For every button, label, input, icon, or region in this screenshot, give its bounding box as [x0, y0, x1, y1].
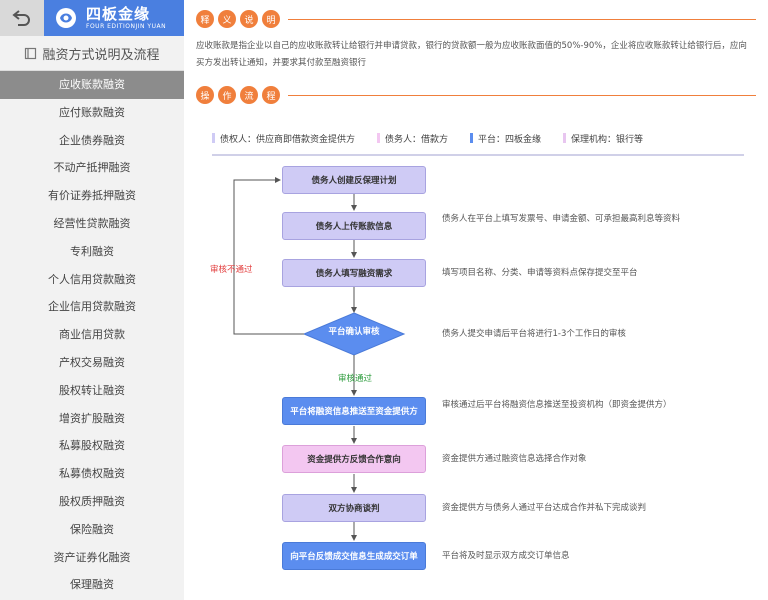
- flow-connectors: [233, 177, 406, 541]
- sidebar-item[interactable]: 有价证券抵押融资: [0, 182, 184, 210]
- logo-name: 四板金缘: [86, 4, 151, 23]
- sidebar-item[interactable]: 保理融资: [0, 571, 184, 599]
- section-tag-char: 释: [196, 10, 214, 28]
- sidebar-item[interactable]: 增资扩股融资: [0, 405, 184, 433]
- flow-note-feedback-intent: 资金提供方通过融资信息选择合作对象: [442, 454, 587, 464]
- flow-decision-label: 平台确认审核: [328, 327, 380, 337]
- flow-step-generate-order: 向平台反馈成交信息生成成交订单: [282, 542, 426, 570]
- sidebar-item[interactable]: 股权质押融资: [0, 488, 184, 516]
- main-content: 释义说明 应收账款是指企业以自己的应收账款转让给银行并申请贷款，银行的贷款额一般…: [192, 0, 762, 600]
- legend-label: 保理机构：银行等: [571, 134, 644, 145]
- flow-step-fill-demand: 债务人填写融资需求: [282, 259, 426, 287]
- flow-note-push-info: 审核通过后平台将融资信息推送至投资机构（即资金提供方）: [442, 400, 672, 410]
- sidebar-menu: 应收账款融资 应付账款融资 企业债券融资 不动产抵押融资 有价证券抵押融资 经营性贷款融资…: [0, 71, 184, 599]
- flow-step-negotiate: 双方协商谈判: [282, 494, 426, 522]
- flow-step-feedback-intent: 资金提供方反馈合作意向: [282, 445, 426, 473]
- section-tag-char: 义: [218, 10, 236, 28]
- legend-label: 平台：四板金缘: [478, 134, 542, 145]
- sidebar-item[interactable]: 股权转让融资: [0, 377, 184, 405]
- section-tag-char: 操: [196, 86, 214, 104]
- sidebar-item[interactable]: 企业信用贷款融资: [0, 293, 184, 321]
- section-definition-tags: 释义说明: [196, 10, 284, 28]
- flow-step-upload-info: 债务人上传账款信息: [282, 212, 426, 240]
- sidebar-item[interactable]: 私募股权融资: [0, 432, 184, 460]
- sidebar-item[interactable]: 个人信用贷款融资: [0, 266, 184, 294]
- sidebar-title: 融资方式说明及流程: [0, 36, 184, 71]
- flow-step-create-plan: 债务人创建反保理计划: [282, 166, 426, 194]
- logo-mark-icon: [56, 8, 76, 28]
- flow-note-upload-info: 债务人在平台上填写发票号、申请金额、可承担最高利息等资料: [442, 214, 681, 224]
- sidebar-item[interactable]: 不动产抵押融资: [0, 154, 184, 182]
- section-definition-header: 释义说明: [196, 8, 756, 30]
- sidebar-item[interactable]: 经营性贷款融资: [0, 210, 184, 238]
- book-icon: [25, 47, 37, 59]
- legend-item: 保理机构：银行等: [563, 132, 643, 145]
- section-tag-char: 程: [262, 86, 280, 104]
- logo-english: FOUR EDITIONJIN YUAN: [86, 22, 167, 30]
- flow-note-generate-order: 平台将及时显示双方成交订单信息: [442, 551, 570, 561]
- flow-legend: 债权人：供应商即借款资金提供方 债务人：借款方 平台：四板金缘 保理机构：银行等: [212, 126, 744, 156]
- section-process-header: 操作流程: [196, 84, 756, 106]
- sidebar-item[interactable]: 专利融资: [0, 238, 184, 266]
- legend-item: 债务人：借款方: [377, 132, 448, 145]
- brand-logo[interactable]: 四板金缘 FOUR EDITIONJIN YUAN: [44, 0, 184, 36]
- legend-swatch: [377, 133, 381, 143]
- pass-label: 审核通过: [338, 374, 373, 384]
- legend-swatch: [470, 133, 474, 143]
- section-divider: [288, 94, 756, 96]
- legend-swatch: [212, 133, 215, 143]
- section-process-tags: 操作流程: [196, 86, 284, 104]
- section-tag-char: 明: [262, 10, 280, 28]
- flow-note-fill-demand: 填写项目名称、分类、申请等资料点保存提交至平台: [442, 268, 638, 278]
- sidebar-item[interactable]: 产权交易融资: [0, 349, 184, 377]
- flow-note-negotiate: 资金提供方与债务人通过平台达成合作并私下完成谈判: [442, 503, 647, 513]
- sidebar-item[interactable]: 保险融资: [0, 516, 184, 544]
- flowchart: 债务人创建反保理计划 债务人上传账款信息 债务人在平台上填写发票号、申请金额、可…: [192, 160, 762, 600]
- sidebar-item[interactable]: 资产证券化融资: [0, 544, 184, 572]
- definition-text: 应收账款是指企业以自己的应收账款转让给银行并申请贷款，银行的贷款额一般为应收账款…: [196, 41, 747, 68]
- section-tag-char: 作: [218, 86, 236, 104]
- sidebar-item[interactable]: 应付账款融资: [0, 99, 184, 127]
- sidebar-item[interactable]: 应收账款融资: [0, 71, 184, 99]
- sidebar-title-text: 融资方式说明及流程: [42, 47, 160, 63]
- sidebar-top: 四板金缘 FOUR EDITIONJIN YUAN: [0, 0, 184, 36]
- back-button[interactable]: [0, 0, 44, 36]
- legend-label: 债务人：借款方: [385, 134, 449, 145]
- legend-label: 债权人：供应商即借款资金提供方: [220, 134, 356, 145]
- reject-label: 审核不通过: [210, 265, 253, 275]
- section-tag-char: 说: [240, 10, 258, 28]
- legend-item: 债权人：供应商即借款资金提供方: [212, 132, 355, 145]
- section-divider: [288, 18, 756, 20]
- sidebar: 四板金缘 FOUR EDITIONJIN YUAN 融资方式说明及流程 应收账款…: [0, 0, 184, 600]
- flow-note-decision: 债务人提交申请后平台将进行1-3个工作日的审核: [442, 329, 626, 339]
- flow-step-push-info: 平台将融资信息推送至资金提供方: [282, 397, 426, 425]
- back-arrow-icon: [12, 10, 30, 26]
- sidebar-item[interactable]: 商业信用贷款: [0, 321, 184, 349]
- legend-swatch: [563, 133, 567, 143]
- legend-item: 平台：四板金缘: [470, 132, 541, 145]
- section-tag-char: 流: [240, 86, 258, 104]
- sidebar-item[interactable]: 私募债权融资: [0, 460, 184, 488]
- sidebar-item[interactable]: 企业债券融资: [0, 127, 184, 155]
